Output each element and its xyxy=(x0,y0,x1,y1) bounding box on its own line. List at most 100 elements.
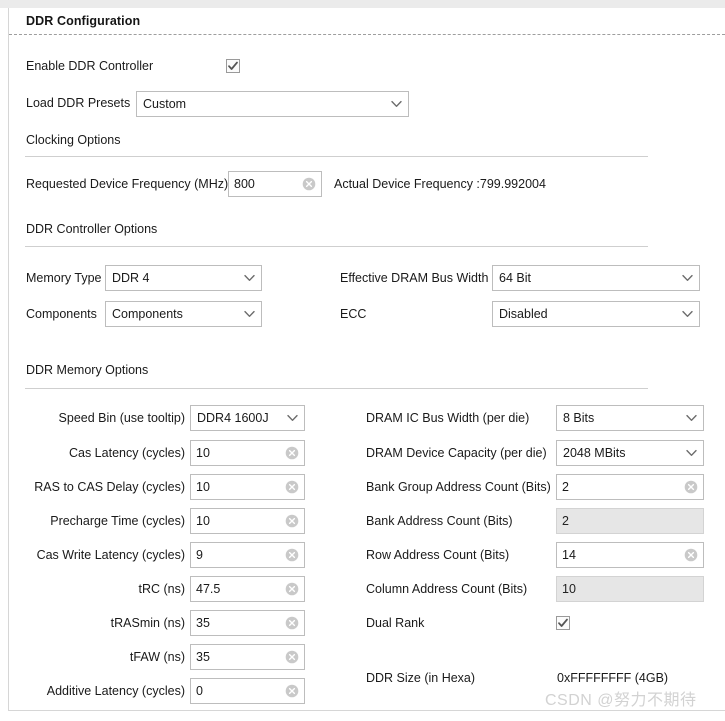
enable-ddr-controller-label: Enable DDR Controller xyxy=(26,59,154,73)
section-clocking-options: Clocking Options xyxy=(26,133,121,147)
additive-latency-value: 0 xyxy=(196,684,203,698)
speed-bin-value: DDR4 1600J xyxy=(197,411,269,425)
tfaw-input[interactable]: 35 xyxy=(190,644,305,670)
load-ddr-presets-label: Load DDR Presets xyxy=(26,96,131,110)
clear-circle-x-icon[interactable] xyxy=(302,177,316,191)
panel-bottom-border xyxy=(8,710,725,711)
row-address-count-input[interactable]: 14 xyxy=(556,542,704,568)
panel-left-border xyxy=(8,8,9,711)
dram-device-capacity-select[interactable]: 2048 MBits xyxy=(556,440,704,466)
ras-to-cas-delay-value: 10 xyxy=(196,480,210,494)
dram-device-capacity-value: 2048 MBits xyxy=(563,446,626,460)
bank-group-address-count-label: Bank Group Address Count (Bits) xyxy=(366,480,551,494)
clear-circle-x-icon[interactable] xyxy=(285,480,299,494)
speed-bin-select[interactable]: DDR4 1600J xyxy=(190,405,305,431)
components-value: Components xyxy=(112,307,183,321)
cas-latency-input[interactable]: 10 xyxy=(190,440,305,466)
tfaw-value: 35 xyxy=(196,650,210,664)
trc-label: tRC (ns) xyxy=(138,582,185,596)
trasmin-label: tRASmin (ns) xyxy=(110,616,185,630)
clear-circle-x-icon[interactable] xyxy=(285,616,299,630)
ras-to-cas-delay-label: RAS to CAS Delay (cycles) xyxy=(34,480,185,494)
clear-circle-x-icon[interactable] xyxy=(684,548,698,562)
cas-write-latency-input[interactable]: 9 xyxy=(190,542,305,568)
row-address-count-value: 14 xyxy=(562,548,576,562)
clear-circle-x-icon[interactable] xyxy=(285,446,299,460)
precharge-time-label: Precharge Time (cycles) xyxy=(50,514,185,528)
trc-input[interactable]: 47.5 xyxy=(190,576,305,602)
chevron-down-icon xyxy=(682,310,693,317)
effective-dram-bus-width-value: 64 Bit xyxy=(499,271,531,285)
load-ddr-presets-value: Custom xyxy=(143,97,187,111)
requested-device-frequency-value: 800 xyxy=(234,177,255,191)
section-controller-rule xyxy=(25,246,648,247)
tfaw-label: tFAW (ns) xyxy=(129,650,185,664)
chevron-down-icon xyxy=(244,310,255,317)
section-memory-rule xyxy=(25,388,648,389)
cas-latency-label: Cas Latency (cycles) xyxy=(68,446,185,460)
clear-circle-x-icon[interactable] xyxy=(285,548,299,562)
clear-circle-x-icon[interactable] xyxy=(285,582,299,596)
column-address-count-input: 10 xyxy=(556,576,704,602)
ddr-configuration-panel: DDR Configuration Enable DDR Controller … xyxy=(0,0,725,721)
requested-device-frequency-input[interactable]: 800 xyxy=(228,171,322,197)
bank-group-address-count-input[interactable]: 2 xyxy=(556,474,704,500)
chevron-down-icon xyxy=(686,414,697,421)
clear-circle-x-icon[interactable] xyxy=(285,514,299,528)
check-icon xyxy=(228,61,238,70)
effective-dram-bus-width-select[interactable]: 64 Bit xyxy=(492,265,700,291)
clear-circle-x-icon[interactable] xyxy=(285,650,299,664)
watermark: CSDN @努力不期待 xyxy=(545,692,697,709)
chevron-down-icon xyxy=(391,100,402,107)
components-label: Components xyxy=(26,307,97,321)
ddr-size-label: DDR Size (in Hexa) xyxy=(366,671,476,685)
dram-ic-bus-width-label: DRAM IC Bus Width (per die) xyxy=(366,411,530,425)
effective-dram-bus-width-label: Effective DRAM Bus Width xyxy=(340,271,489,285)
actual-device-frequency-text: Actual Device Frequency :799.992004 xyxy=(334,177,546,191)
title-divider xyxy=(9,34,725,35)
check-icon xyxy=(558,618,568,627)
ras-to-cas-delay-input[interactable]: 10 xyxy=(190,474,305,500)
precharge-time-input[interactable]: 10 xyxy=(190,508,305,534)
dram-ic-bus-width-select[interactable]: 8 Bits xyxy=(556,405,704,431)
clear-circle-x-icon[interactable] xyxy=(684,480,698,494)
bank-address-count-value: 2 xyxy=(562,514,569,528)
bank-address-count-label: Bank Address Count (Bits) xyxy=(366,514,513,528)
section-ddr-memory-options: DDR Memory Options xyxy=(26,363,149,377)
chevron-down-icon xyxy=(287,414,298,421)
chevron-down-icon xyxy=(682,274,693,281)
panel-top-strip xyxy=(0,0,725,8)
section-clocking-rule xyxy=(25,156,648,157)
cas-write-latency-label: Cas Write Latency (cycles) xyxy=(36,548,185,562)
ecc-label: ECC xyxy=(340,307,367,321)
clear-circle-x-icon[interactable] xyxy=(285,684,299,698)
memory-type-value: DDR 4 xyxy=(112,271,150,285)
memory-type-label: Memory Type xyxy=(26,271,102,285)
memory-type-select[interactable]: DDR 4 xyxy=(105,265,262,291)
additive-latency-label: Additive Latency (cycles) xyxy=(46,684,185,698)
enable-ddr-controller-checkbox[interactable] xyxy=(226,59,240,73)
load-ddr-presets-select[interactable]: Custom xyxy=(136,91,409,117)
speed-bin-label: Speed Bin (use tooltip) xyxy=(58,411,185,425)
section-ddr-controller-options: DDR Controller Options xyxy=(26,222,158,236)
dual-rank-checkbox[interactable] xyxy=(556,616,570,630)
row-address-count-label: Row Address Count (Bits) xyxy=(366,548,510,562)
column-address-count-value: 10 xyxy=(562,582,576,596)
column-address-count-label: Column Address Count (Bits) xyxy=(366,582,528,596)
cas-latency-value: 10 xyxy=(196,446,210,460)
requested-device-frequency-label: Requested Device Frequency (MHz) xyxy=(26,177,229,191)
additive-latency-input[interactable]: 0 xyxy=(190,678,305,704)
page-title: DDR Configuration xyxy=(26,14,141,28)
trc-value: 47.5 xyxy=(196,582,221,596)
trasmin-input[interactable]: 35 xyxy=(190,610,305,636)
chevron-down-icon xyxy=(686,449,697,456)
chevron-down-icon xyxy=(244,274,255,281)
trasmin-value: 35 xyxy=(196,616,210,630)
dram-ic-bus-width-value: 8 Bits xyxy=(563,411,595,425)
ecc-select[interactable]: Disabled xyxy=(492,301,700,327)
dual-rank-label: Dual Rank xyxy=(366,616,425,630)
precharge-time-value: 10 xyxy=(196,514,210,528)
bank-address-count-input: 2 xyxy=(556,508,704,534)
dram-device-capacity-label: DRAM Device Capacity (per die) xyxy=(366,446,547,460)
components-select[interactable]: Components xyxy=(105,301,262,327)
